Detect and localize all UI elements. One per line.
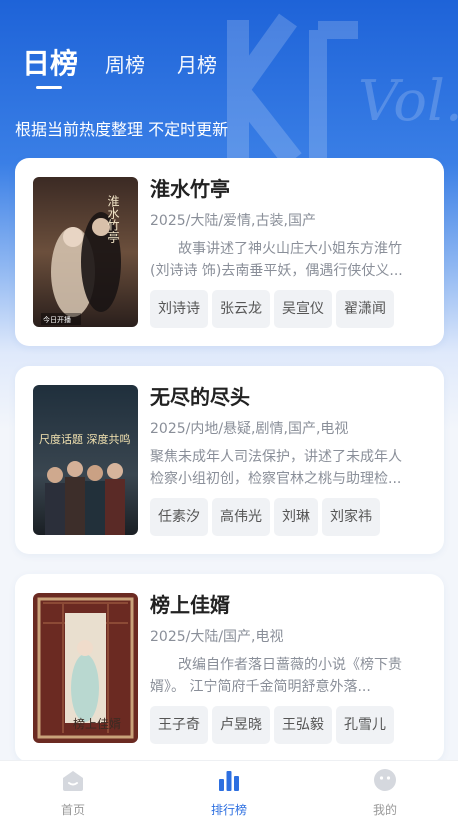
poster-title-text: 榜上佳婿 — [73, 716, 121, 731]
nav-home[interactable]: 首页 — [33, 767, 113, 818]
description-line: 检察小组初创，检察官林之桃与助理检... — [150, 471, 402, 487]
description-line: 婿》。 江宁简府千金简明舒意外落... — [150, 679, 371, 695]
actor-list: 任素汐 高伟光 刘琳 刘家祎 — [150, 498, 425, 536]
profile-icon — [374, 769, 396, 791]
poster-title-text: 淮水竹亭 — [106, 195, 120, 243]
svg-text:Vol.2: Vol.2 — [358, 69, 458, 134]
drama-poster[interactable]: 尺度话题 深度共鸣 — [33, 385, 138, 535]
poster-badge: 今日开播 — [43, 315, 71, 324]
nav-ranking-label: 排行榜 — [210, 803, 247, 817]
poster-title-text: 尺度话题 深度共鸣 — [39, 432, 131, 446]
ranking-icon — [219, 771, 239, 791]
drama-title[interactable]: 无尽的尽头 — [150, 382, 425, 412]
actor-tag[interactable]: 吴宣仪 — [274, 290, 332, 328]
nav-home-label: 首页 — [60, 803, 85, 817]
actor-tag[interactable]: 王子奇 — [150, 706, 208, 744]
actor-tag[interactable]: 刘琳 — [274, 498, 318, 536]
drama-title[interactable]: 榜上佳婿 — [150, 590, 425, 620]
description-line: (刘诗诗 饰)去南垂平妖，偶遇行侠仗义... — [150, 263, 403, 279]
tab-daily[interactable]: 日榜 — [22, 42, 78, 82]
nav-profile[interactable]: 我的 — [345, 767, 425, 818]
drama-meta: 2025/内地/悬疑,剧情,国产,电视 — [150, 421, 349, 437]
drama-description: 改编自作者落日蔷薇的小说《榜下贵 婿》。 江宁简府千金简明舒意外落... — [150, 654, 422, 698]
actor-tag[interactable]: 刘诗诗 — [150, 290, 208, 328]
drama-description: 聚焦未成年人司法保护，讲述了未成年人 检察小组初创，检察官林之桃与助理检... — [150, 446, 422, 490]
actor-tag[interactable]: 高伟光 — [212, 498, 270, 536]
active-tab-indicator — [36, 86, 62, 89]
nav-ranking[interactable]: 排行榜 — [189, 767, 269, 818]
description-line: 聚焦未成年人司法保护，讲述了未成年人 — [150, 449, 402, 465]
description-line: 改编自作者落日蔷薇的小说《榜下贵 — [178, 657, 402, 673]
bottom-nav: 首页 排行榜 我的 — [0, 760, 458, 820]
tab-monthly[interactable]: 月榜 — [177, 49, 217, 78]
nav-profile-label: 我的 — [372, 803, 397, 817]
actor-tag[interactable]: 翟潇闻 — [336, 290, 394, 328]
tab-weekly[interactable]: 周榜 — [105, 49, 145, 78]
drama-card[interactable]: 尺度话题 深度共鸣 无尽的尽头 2025/内地/悬疑,剧情,国产,电视 聚焦未成… — [15, 366, 444, 554]
actor-list: 王子奇 卢昱晓 王弘毅 孔雪儿 — [150, 706, 425, 744]
actor-tag[interactable]: 王弘毅 — [274, 706, 332, 744]
actor-tag[interactable]: 任素汐 — [150, 498, 208, 536]
actor-tag[interactable]: 张云龙 — [212, 290, 270, 328]
actor-tag[interactable]: 刘家祎 — [322, 498, 380, 536]
drama-meta: 2025/大陆/国产,电视 — [150, 629, 284, 645]
home-icon — [63, 771, 83, 791]
drama-poster[interactable]: 淮水竹亭 今日开播 — [33, 177, 138, 327]
actor-tag[interactable]: 孔雪儿 — [336, 706, 394, 744]
drama-title[interactable]: 淮水竹亭 — [150, 174, 425, 204]
drama-card[interactable]: 淮水竹亭 今日开播 淮水竹亭 2025/大陆/爱情,古装,国产 故事讲述了神火山… — [15, 158, 444, 346]
actor-list: 刘诗诗 张云龙 吴宣仪 翟潇闻 — [150, 290, 425, 328]
banner-decoration: Vol.2 — [227, 13, 458, 167]
page-subtitle: 根据当前热度整理 不定时更新 — [15, 120, 229, 139]
drama-meta: 2025/大陆/爱情,古装,国产 — [150, 213, 316, 229]
drama-description: 故事讲述了神火山庄大小姐东方淮竹 (刘诗诗 饰)去南垂平妖，偶遇行侠仗义... — [150, 238, 422, 282]
description-line: 故事讲述了神火山庄大小姐东方淮竹 — [178, 241, 402, 257]
drama-poster[interactable]: 榜上佳婿 — [33, 593, 138, 743]
drama-card[interactable]: 榜上佳婿 榜上佳婿 2025/大陆/国产,电视 改编自作者落日蔷薇的小说《榜下贵… — [15, 574, 444, 762]
actor-tag[interactable]: 卢昱晓 — [212, 706, 270, 744]
